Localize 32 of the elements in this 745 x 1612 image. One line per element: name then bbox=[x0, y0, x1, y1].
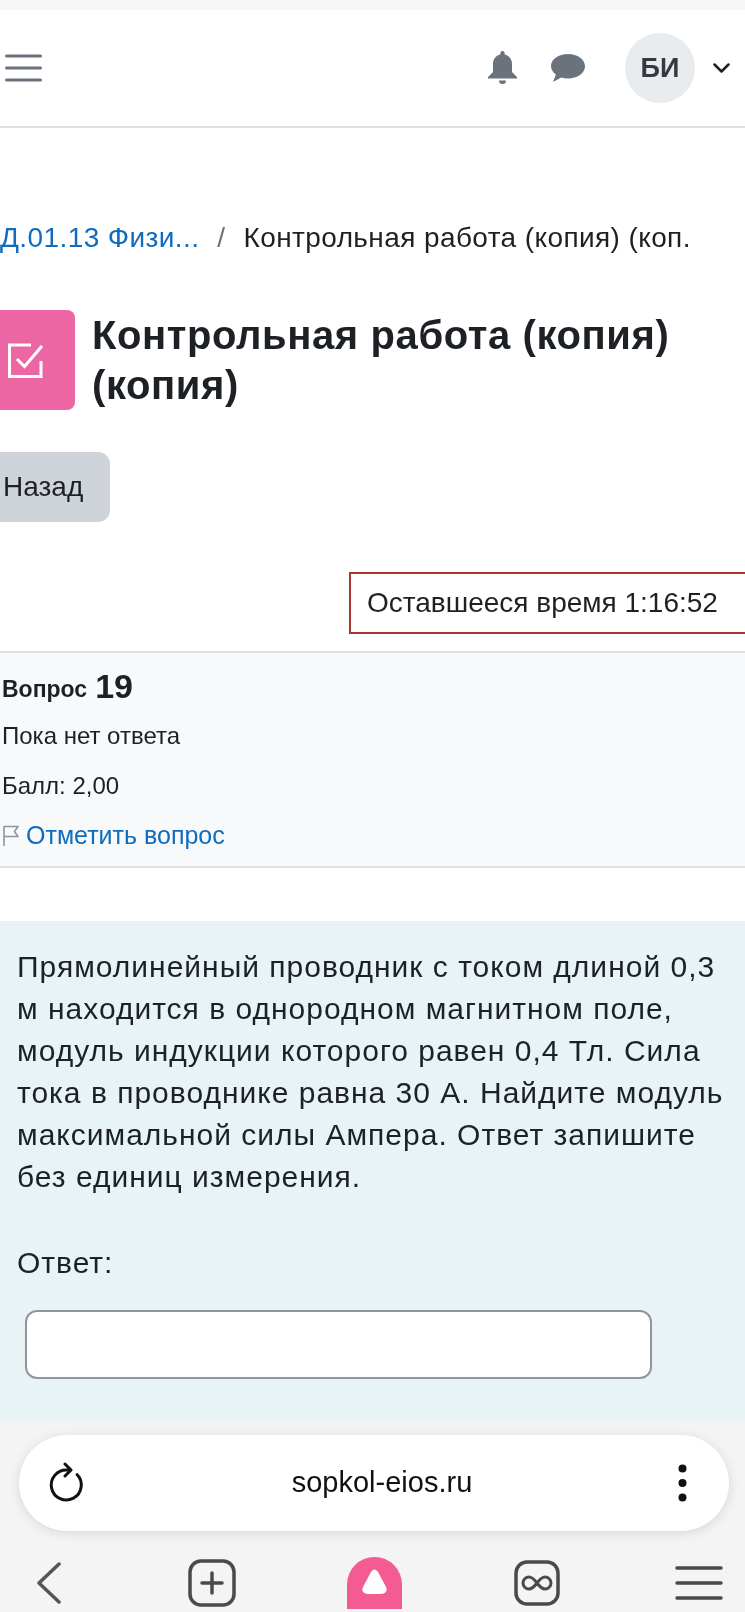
more-options-icon[interactable] bbox=[678, 1464, 687, 1502]
flag-question-link[interactable]: Отметить вопрос bbox=[2, 817, 225, 855]
back-icon[interactable] bbox=[36, 1562, 62, 1604]
chevron-down-icon bbox=[713, 63, 730, 73]
breadcrumb-separator: / bbox=[217, 221, 226, 255]
notifications-button[interactable] bbox=[488, 51, 517, 85]
url-text: sopkol-eios.ru bbox=[290, 1465, 474, 1501]
answer-field[interactable] bbox=[25, 1310, 652, 1379]
page-title: Контрольная работа (копия) (копия) bbox=[92, 312, 671, 409]
menu-icon[interactable] bbox=[675, 1566, 723, 1600]
answer-label: Ответ: bbox=[17, 1245, 114, 1281]
reload-icon[interactable] bbox=[48, 1462, 86, 1504]
user-menu-button[interactable]: БИ bbox=[625, 33, 730, 103]
timer: Оставшееся время 1:16:52 bbox=[349, 572, 745, 634]
question-number: 19 bbox=[95, 666, 133, 706]
score-text: Балл: 2,00 bbox=[2, 771, 120, 801]
user-avatar: БИ bbox=[625, 33, 695, 103]
back-button[interactable]: Назад bbox=[0, 452, 111, 522]
menu-icon bbox=[5, 54, 42, 82]
breadcrumb-current: Контрольная работа (копия) (коп. bbox=[243, 221, 691, 255]
infinity-icon[interactable] bbox=[514, 1560, 560, 1606]
question-label: Вопрос bbox=[2, 675, 88, 704]
address-bar[interactable]: sopkol-eios.ru bbox=[19, 1435, 729, 1531]
chat-bubble-icon bbox=[551, 54, 585, 82]
answer-status: Пока нет ответа bbox=[2, 721, 181, 751]
bell-icon bbox=[488, 51, 517, 85]
menu-button[interactable] bbox=[5, 54, 42, 82]
messages-button[interactable] bbox=[551, 54, 585, 82]
new-tab-icon[interactable] bbox=[188, 1559, 236, 1607]
question-text: Прямолинейный проводник с током длиной 0,3 м находится в однородном магнитном поле, модуль индукции которого равен 0,4 Тл. Сила тока в проводнике равна 30 А. Найдите модуль максимальной силы Ампера. Ответ запишите без единиц измерения. bbox=[17, 949, 725, 1195]
breadcrumb-link[interactable]: Д.01.13 Физи... bbox=[0, 221, 200, 255]
assistant-icon[interactable] bbox=[347, 1557, 402, 1609]
